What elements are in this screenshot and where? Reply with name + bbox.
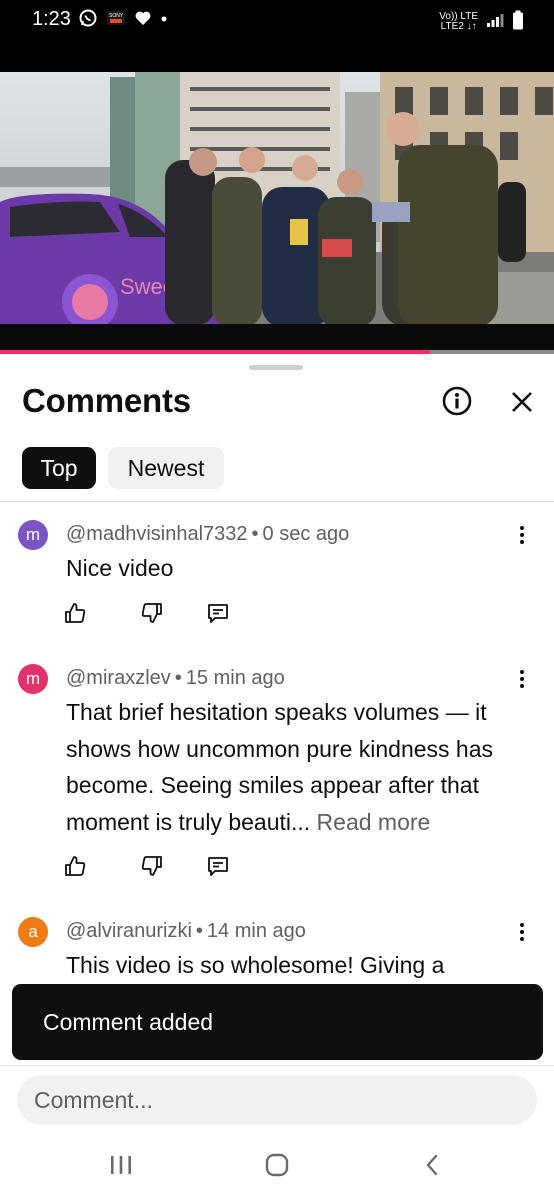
toast-message: Comment added [43, 1008, 214, 1035]
comment-avatar[interactable]: a [18, 917, 48, 947]
comment-time: 15 min ago [185, 667, 285, 689]
like-icon [63, 854, 87, 883]
comment-more-button[interactable] [514, 667, 530, 691]
comment-more-button[interactable] [514, 920, 530, 944]
toast-snackbar: Comment added [12, 984, 543, 1060]
sony-liv-icon: SONY [106, 8, 126, 33]
signal-icon [486, 12, 504, 31]
comment-text: Nice video [66, 550, 536, 587]
like-button[interactable] [62, 855, 88, 881]
like-button[interactable] [62, 602, 88, 628]
video-player[interactable]: Swee Flips [0, 72, 554, 354]
recents-button[interactable] [101, 1150, 141, 1184]
battery-icon [512, 10, 524, 33]
home-button[interactable] [257, 1150, 297, 1184]
dot-icon [160, 9, 168, 32]
like-icon [63, 601, 87, 630]
drag-handle[interactable] [249, 365, 303, 370]
back-icon [424, 1153, 440, 1182]
meta-separator: • [195, 920, 203, 942]
heart-icon [134, 9, 152, 32]
reply-icon [206, 601, 230, 630]
back-button[interactable] [412, 1150, 452, 1184]
comment-text: That brief hesitation speaks volumes — i… [66, 694, 536, 840]
meta-separator: • [251, 523, 259, 545]
info-button[interactable] [441, 386, 473, 421]
home-icon [264, 1152, 290, 1183]
sort-chip-top[interactable]: Top [22, 447, 96, 489]
dislike-button[interactable] [139, 855, 165, 881]
divider [0, 501, 554, 502]
comment-meta: @miraxzlev • 15 min ago [66, 667, 285, 690]
comment-time: 0 sec ago [262, 523, 350, 545]
status-time: 1:23 [32, 8, 71, 30]
recents-icon [109, 1154, 133, 1181]
comment-avatar[interactable]: m [18, 520, 48, 550]
reply-icon [206, 854, 230, 883]
status-notification-icons: SONY [78, 8, 168, 33]
whatsapp-icon [78, 8, 98, 33]
comment-input[interactable] [17, 1075, 537, 1125]
meta-separator: • [174, 667, 182, 689]
svg-text:SONY: SONY [109, 13, 124, 19]
network-label-top: Vo)) LTE [439, 10, 478, 22]
dislike-button[interactable] [139, 602, 165, 628]
comment-time: 14 min ago [206, 920, 306, 942]
read-more-link[interactable]: Read more [317, 809, 431, 835]
info-icon [442, 386, 472, 421]
reply-button[interactable] [205, 855, 231, 881]
close-button[interactable] [507, 389, 537, 419]
comment-meta: @alviranurizki • 14 min ago [66, 920, 306, 943]
dislike-icon [140, 601, 164, 630]
close-icon [511, 391, 533, 418]
comment-meta: @madhvisinhal7332 • 0 sec ago [66, 523, 349, 546]
comment-text-content: This video is so wholesome! Giving a [66, 952, 445, 978]
dislike-icon [140, 854, 164, 883]
comment-text-content: Nice video [66, 555, 174, 581]
comment-avatar[interactable]: m [18, 664, 48, 694]
comment-text: This video is so wholesome! Giving a [66, 947, 536, 984]
comment-author[interactable]: @miraxzlev [66, 667, 171, 689]
comments-title: Comments [22, 382, 191, 419]
comment-more-button[interactable] [514, 523, 530, 547]
status-bar: 1:23 SONY Vo)) LTE LTE2 ↓↑ [0, 0, 554, 72]
comment-author[interactable]: @alviranurizki [66, 920, 192, 942]
video-frame: Swee Flips [0, 72, 554, 354]
reply-button[interactable] [205, 602, 231, 628]
comment-author[interactable]: @madhvisinhal7332 [66, 523, 248, 545]
network-label-bottom: LTE2 ↓↑ [440, 20, 477, 32]
status-right-icons: Vo)) LTE LTE2 ↓↑ [439, 10, 524, 33]
sort-chip-newest[interactable]: Newest [108, 447, 224, 489]
